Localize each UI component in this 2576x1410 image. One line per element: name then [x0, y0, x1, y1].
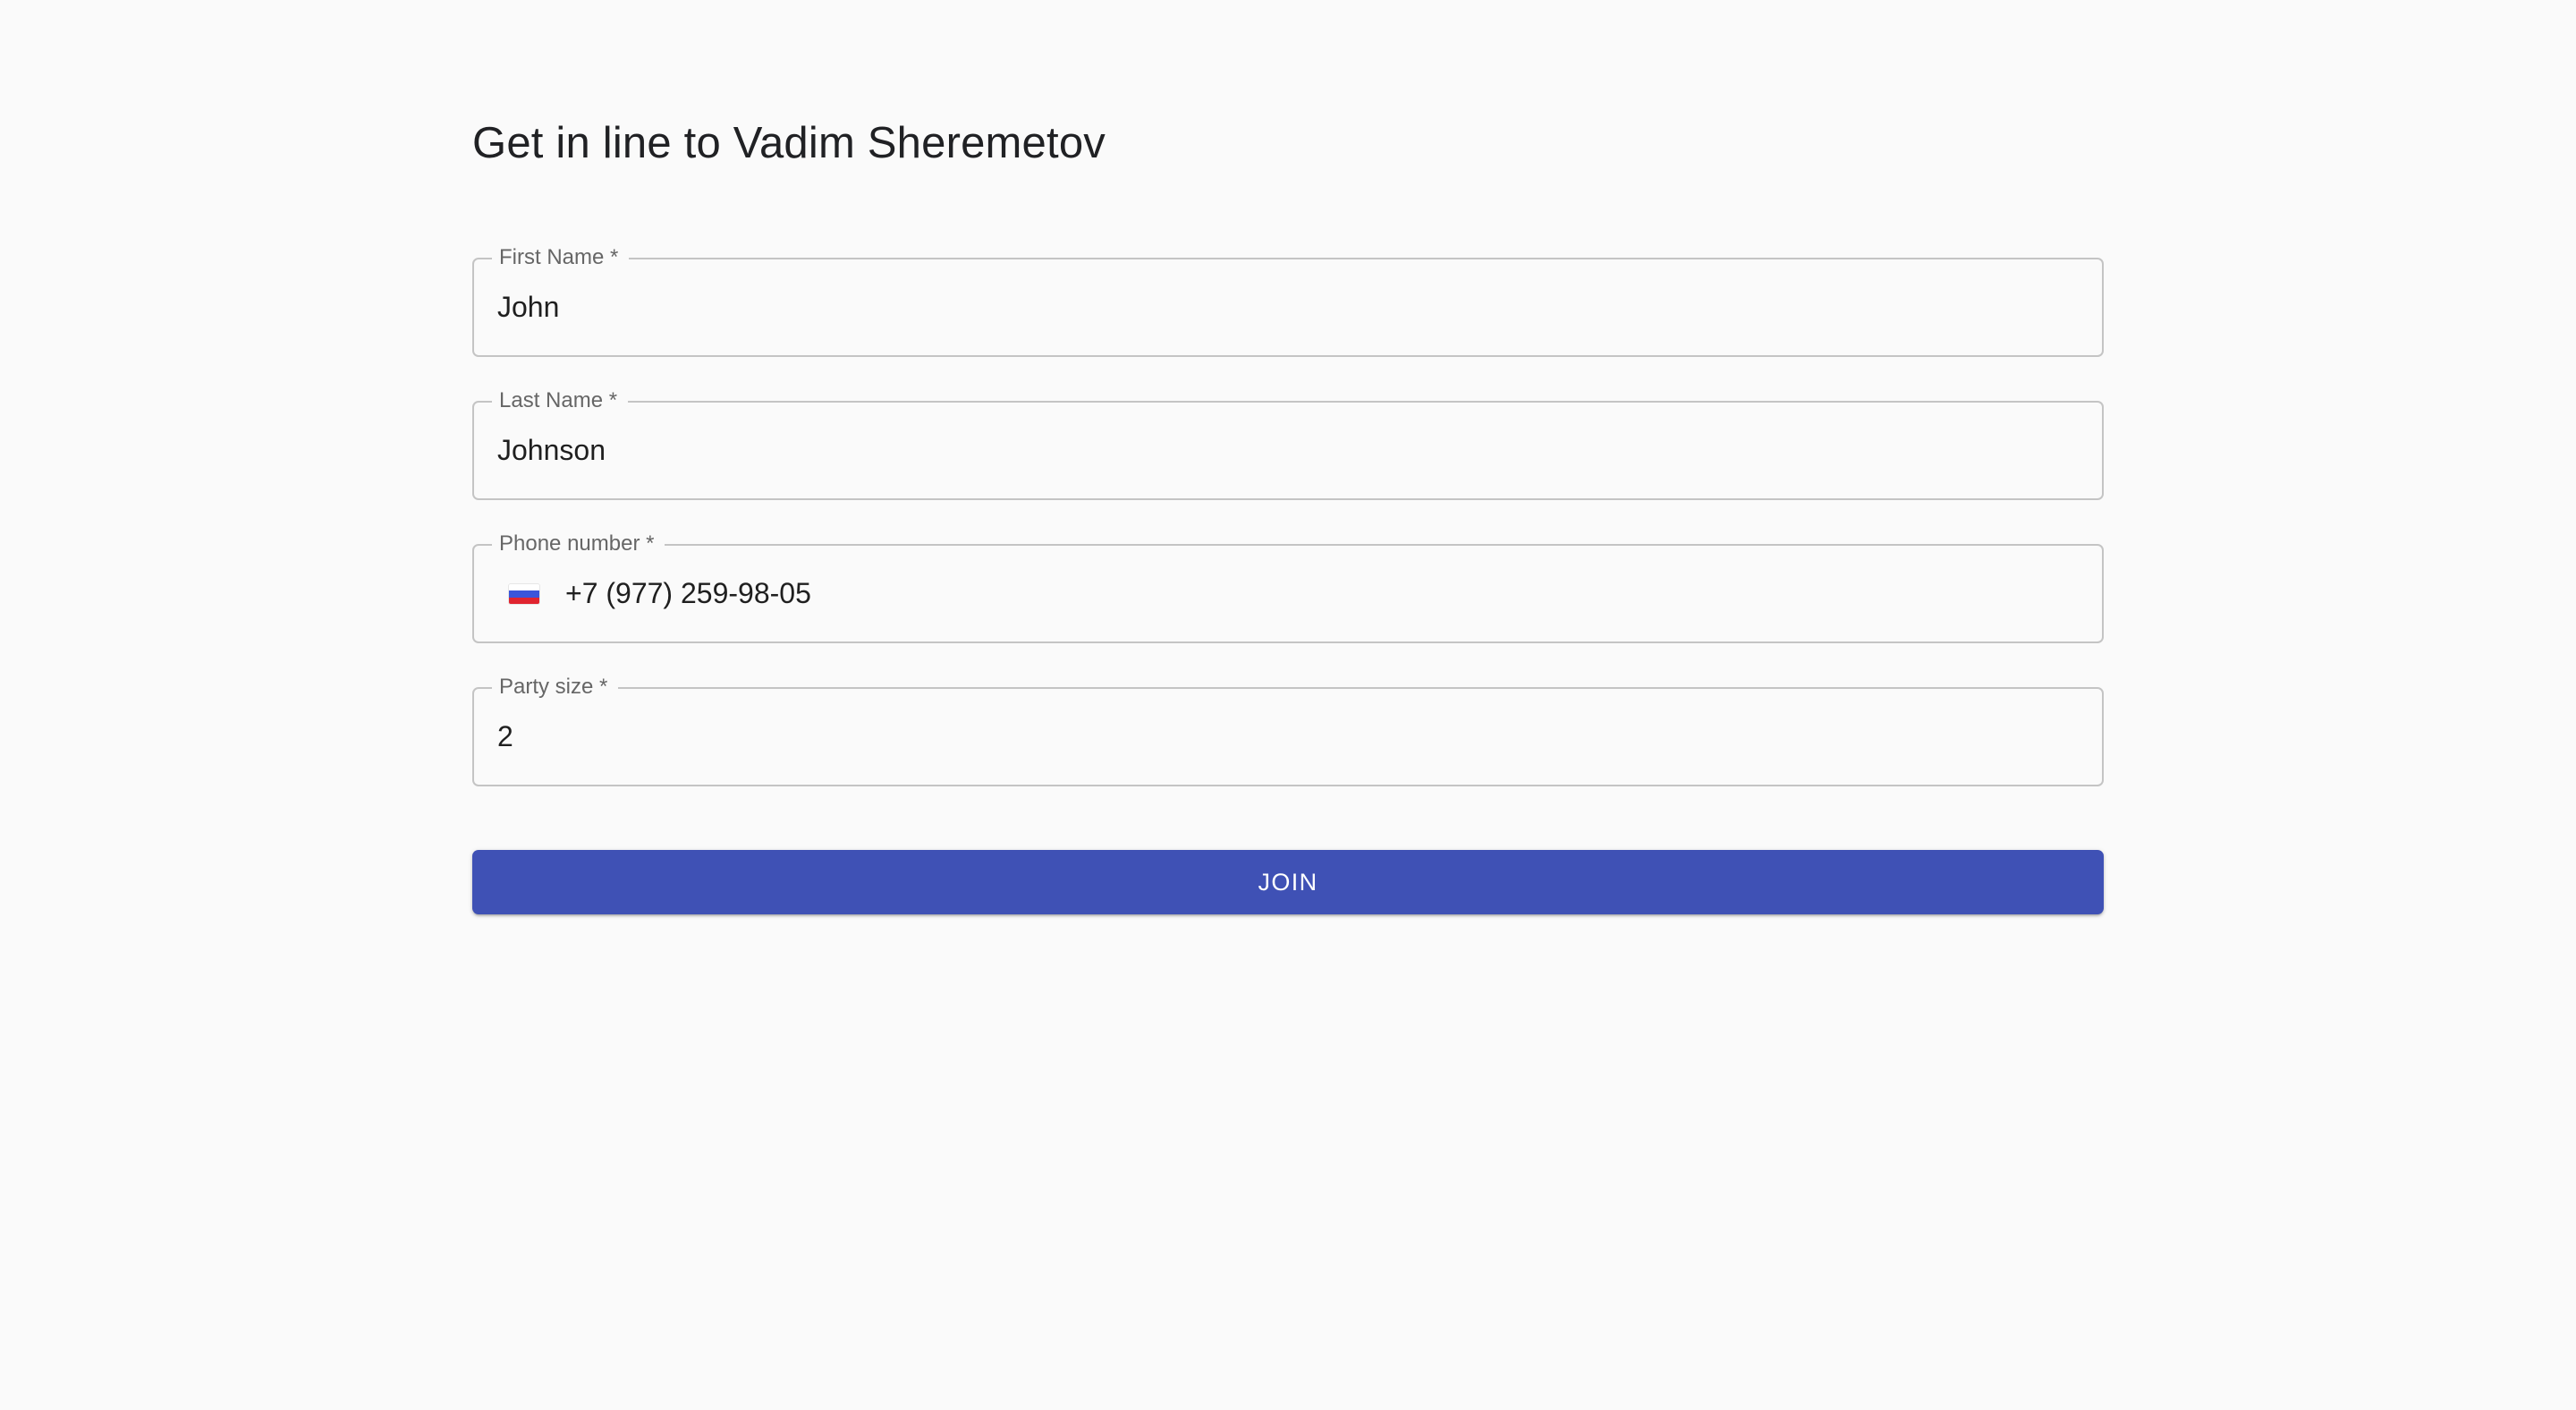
last-name-input[interactable]: [497, 403, 2079, 498]
phone-number-field[interactable]: Phone number *: [472, 531, 2104, 643]
country-selector-button[interactable]: [497, 574, 551, 614]
party-size-field[interactable]: Party size *: [472, 675, 2104, 786]
join-button[interactable]: Join: [472, 850, 2104, 914]
last-name-field[interactable]: Last Name *: [472, 388, 2104, 500]
phone-number-input[interactable]: [565, 546, 2079, 641]
first-name-field[interactable]: First Name *: [472, 245, 2104, 357]
page-title: Get in line to Vadim Sheremetov: [472, 119, 1106, 167]
russia-flag-icon: [509, 584, 539, 604]
first-name-input[interactable]: [497, 259, 2079, 355]
party-size-input[interactable]: [497, 689, 2079, 785]
